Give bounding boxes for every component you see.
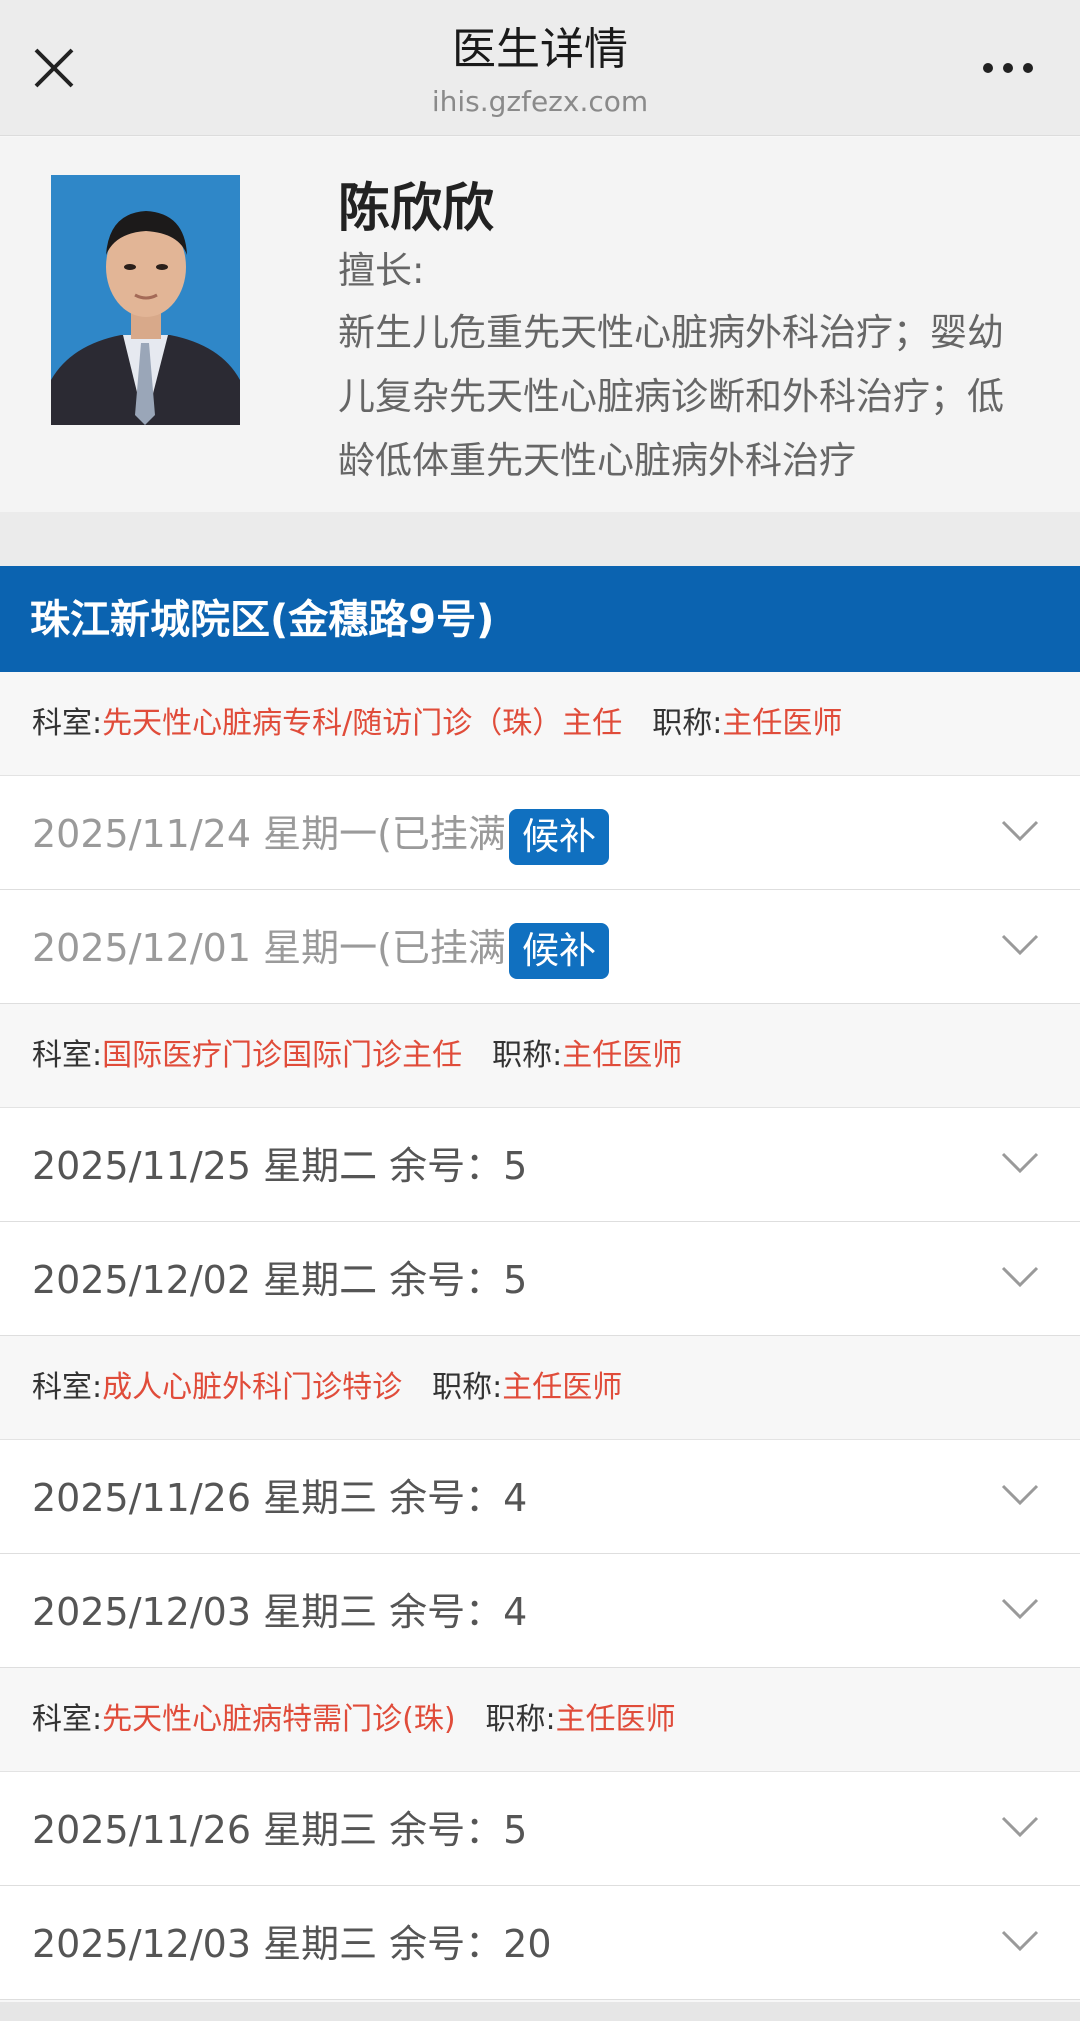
- chevron-down-icon[interactable]: [1000, 1814, 1040, 1840]
- dept-name: 先天性心脏病特需门诊(珠): [102, 1702, 456, 1737]
- rank-value: 主任医师: [722, 706, 843, 741]
- schedule-slot[interactable]: 2025/11/26 星期三 余号：4: [0, 1440, 1080, 1554]
- doctor-photo: [51, 175, 240, 425]
- slot-text: 2025/11/26 星期三 余号：5: [32, 1808, 528, 1852]
- chevron-down-icon[interactable]: [1000, 932, 1040, 958]
- schedule-slot[interactable]: 2025/11/26 星期三 余号：5: [0, 1772, 1080, 1886]
- chevron-down-icon[interactable]: [1000, 1264, 1040, 1290]
- waitlist-badge[interactable]: 候补: [509, 923, 609, 979]
- rank-value: 主任医师: [562, 1038, 683, 1073]
- section-gap: [0, 512, 1080, 566]
- dept-label: 科室:: [32, 1370, 103, 1405]
- doctor-avatar: [51, 175, 240, 425]
- slot-text: 2025/12/01 星期一(已挂满): [32, 926, 521, 970]
- dept-name: 成人心脏外科门诊特诊: [102, 1370, 403, 1405]
- chevron-down-icon[interactable]: [1000, 1150, 1040, 1176]
- rank-label: 职称:: [492, 1038, 563, 1073]
- chevron-down-icon[interactable]: [1000, 1482, 1040, 1508]
- rank-label: 职称:: [485, 1702, 556, 1737]
- slot-text: 2025/12/03 星期三 余号：20: [32, 1922, 552, 1966]
- campus-name: 珠江新城院区(金穗路9号): [30, 597, 495, 643]
- dept-name: 国际医疗门诊国际门诊主任: [102, 1038, 463, 1073]
- slot-text: 2025/11/25 星期二 余号：5: [32, 1144, 528, 1188]
- doctor-name: 陈欣欣: [338, 179, 495, 239]
- rank-value: 主任医师: [555, 1702, 676, 1737]
- department-row: 科室:先天性心脏病特需门诊(珠) 职称:主任医师: [0, 1668, 1080, 1772]
- schedule-slot[interactable]: 2025/11/24 星期一(已挂满) 候补: [0, 776, 1080, 890]
- more-icon[interactable]: [980, 56, 1036, 80]
- chevron-down-icon[interactable]: [1000, 1596, 1040, 1622]
- specialty-text: 新生儿危重先天性心脏病外科治疗；婴幼儿复杂先天性心脏病诊断和外科治疗；低龄低体重…: [338, 311, 1004, 482]
- schedule-slot[interactable]: 2025/12/03 星期三 余号：4: [0, 1554, 1080, 1668]
- slot-text: 2025/12/03 星期三 余号：4: [32, 1590, 528, 1634]
- dept-name: 先天性心脏病专科/随访门诊（珠）主任: [102, 706, 623, 741]
- specialty-label: 擅长:: [338, 249, 425, 292]
- dept-label: 科室:: [32, 1038, 103, 1073]
- dept-label: 科室:: [32, 706, 103, 741]
- chevron-down-icon[interactable]: [1000, 818, 1040, 844]
- department-row: 科室:成人心脏外科门诊特诊 职称:主任医师: [0, 1336, 1080, 1440]
- chevron-down-icon[interactable]: [1000, 1928, 1040, 1954]
- rank-value: 主任医师: [502, 1370, 623, 1405]
- slot-text: 2025/12/02 星期二 余号：5: [32, 1258, 528, 1302]
- schedule-slot[interactable]: 2025/11/25 星期二 余号：5: [0, 1108, 1080, 1222]
- rank-label: 职称:: [432, 1370, 503, 1405]
- doctor-card: 陈欣欣 擅长: 新生儿危重先天性心脏病外科治疗；婴幼儿复杂先天性心脏病诊断和外科…: [0, 137, 1080, 512]
- nav-bar: 医生详情 ihis.gzfezx.com: [0, 0, 1080, 136]
- department-row: 科室:国际医疗门诊国际门诊主任 职称:主任医师: [0, 1004, 1080, 1108]
- waitlist-badge[interactable]: 候补: [509, 809, 609, 865]
- bottom-edge: [0, 2002, 1080, 2021]
- page-host: ihis.gzfezx.com: [431, 85, 649, 118]
- department-row: 科室:先天性心脏病专科/随访门诊（珠）主任 职称:主任医师: [0, 672, 1080, 776]
- schedule-slot[interactable]: 2025/12/03 星期三 余号：20: [0, 1886, 1080, 2000]
- campus-header: 珠江新城院区(金穗路9号): [0, 566, 1080, 672]
- dept-label: 科室:: [32, 1702, 103, 1737]
- schedule-slot[interactable]: 2025/12/02 星期二 余号：5: [0, 1222, 1080, 1336]
- slot-text: 2025/11/24 星期一(已挂满): [32, 812, 521, 856]
- rank-label: 职称:: [652, 706, 723, 741]
- slot-text: 2025/11/26 星期三 余号：4: [32, 1476, 528, 1520]
- page-title: 医生详情: [452, 24, 628, 75]
- schedule-slot[interactable]: 2025/12/01 星期一(已挂满) 候补: [0, 890, 1080, 1004]
